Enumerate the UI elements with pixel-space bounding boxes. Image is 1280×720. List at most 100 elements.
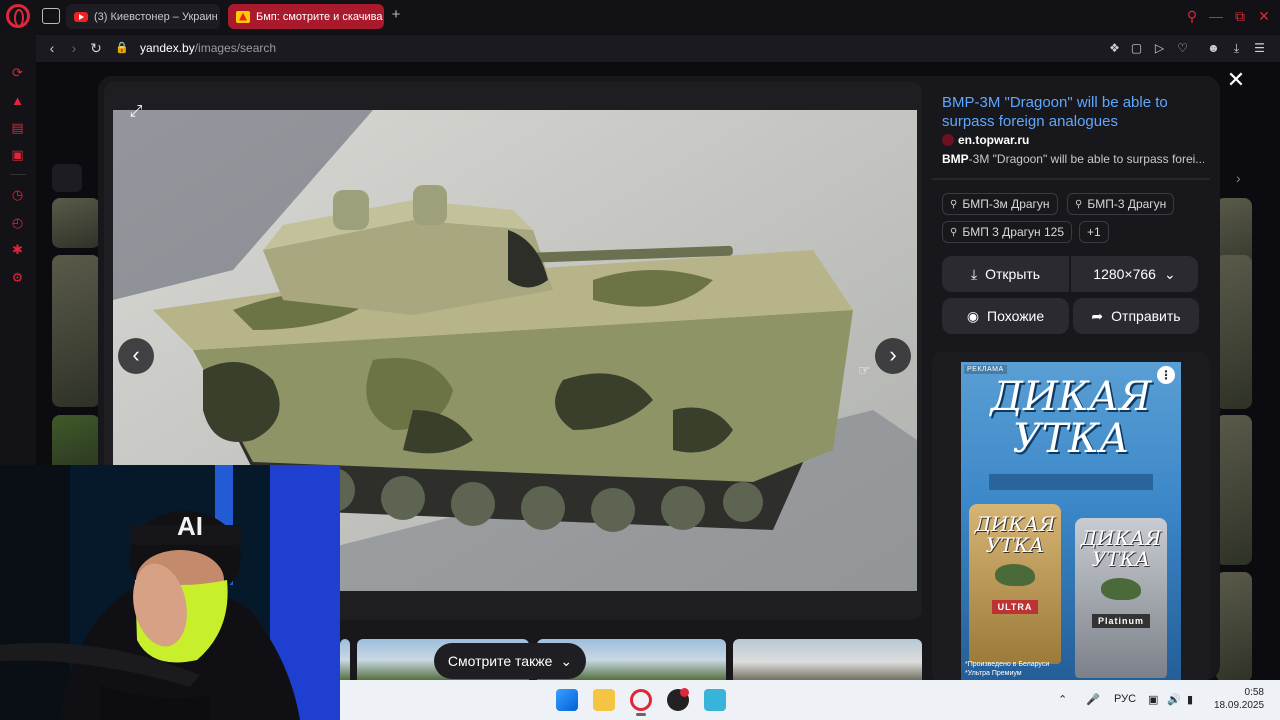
opera-logo-icon[interactable]: [6, 4, 30, 28]
download-icon[interactable]: ⤓: [1229, 41, 1244, 56]
language-indicator[interactable]: РУС: [1114, 693, 1136, 705]
previous-image-button[interactable]: ‹: [118, 338, 154, 374]
bottle-subtitle: ULTRA: [991, 600, 1039, 614]
chevron-right-icon[interactable]: ›: [1236, 170, 1241, 186]
sidebar-divider: [10, 174, 26, 175]
play-icon[interactable]: ▷: [1152, 41, 1167, 56]
tab-label: Бмп: смотрите и скачива: [256, 10, 383, 23]
panel-divider: [932, 178, 1210, 180]
size-label: 1280×766: [1093, 266, 1156, 282]
aria-icon[interactable]: ⟳: [9, 64, 26, 81]
similar-images-button[interactable]: ◉ Похожие: [942, 298, 1069, 334]
result-thumbnail[interactable]: [52, 198, 100, 248]
player-icon[interactable]: ▣: [9, 146, 26, 163]
share-arrow-icon: ➦: [1091, 307, 1104, 324]
windows-start-icon[interactable]: [556, 689, 578, 711]
similar-label: Похожие: [987, 308, 1045, 324]
url-domain: yandex.by: [140, 41, 195, 55]
address-bar: ‹ › ↻ 🔒 yandex.by/images/search ❖ ▢ ▷ ♡ …: [36, 35, 1280, 62]
search-icon[interactable]: ⚲: [1184, 8, 1200, 24]
minimize-icon[interactable]: —: [1208, 8, 1224, 24]
bottle-platinum: ДИКАЯ УТКА Platinum: [1075, 518, 1167, 678]
svg-text:AI: AI: [177, 511, 203, 541]
snippet-bold: BMP: [942, 152, 969, 166]
ad-banner[interactable]: РЕКЛАМА ⋮ ДИКАЯ УТКА ДИКАЯ УТКА ULTRA ДИ…: [961, 362, 1181, 680]
bottle-title-line1: ДИКАЯ: [974, 512, 1056, 536]
url-path: /images/search: [194, 41, 277, 55]
forward-icon[interactable]: ›: [66, 40, 82, 56]
crypto-wallet-icon[interactable]: ▲: [9, 92, 26, 109]
related-thumbnail[interactable]: [340, 639, 350, 681]
related-query-chip[interactable]: ⚲ БМП-3м Драгун: [942, 193, 1058, 215]
heart-icon[interactable]: ♡: [1175, 41, 1190, 56]
extensions-icon[interactable]: ✱: [9, 241, 26, 258]
volume-icon[interactable]: 🔊: [1167, 693, 1181, 706]
notepad-icon[interactable]: [704, 689, 726, 711]
menu-icon[interactable]: ☰: [1252, 41, 1267, 56]
settings-gear-icon[interactable]: ⚙: [9, 269, 26, 286]
next-image-button[interactable]: ›: [875, 338, 911, 374]
bottle-title-line2: УТКА: [1091, 547, 1151, 571]
webcam-overlay: AI: [0, 465, 340, 720]
history-icon[interactable]: ◷: [9, 186, 26, 203]
result-thumbnail[interactable]: [1216, 415, 1252, 565]
ad-title-line1: ДИКАЯ: [990, 374, 1152, 420]
taskbar-clock[interactable]: 0:58 18.09.2025: [1214, 686, 1264, 712]
url-field[interactable]: yandex.by/images/search: [140, 41, 276, 55]
windows-taskbar: [340, 680, 1280, 720]
open-label: Открыть: [985, 266, 1041, 282]
active-app-indicator: [636, 713, 646, 716]
chip-label: БМП-3м Драгун: [962, 197, 1050, 211]
youtube-icon: [74, 11, 88, 22]
related-thumbnail[interactable]: [733, 639, 922, 681]
open-image-button[interactable]: ⤓ Открыть: [942, 256, 1069, 292]
streamer-webcam-image: AI: [0, 465, 340, 720]
microphone-icon[interactable]: 🎤: [1086, 693, 1100, 706]
snapshot-icon[interactable]: ▢: [1129, 41, 1144, 56]
size-select[interactable]: 1280×766 ⌄: [1071, 256, 1198, 292]
back-icon[interactable]: ‹: [44, 40, 60, 56]
see-also-button[interactable]: Смотрите также ⌄: [434, 643, 586, 679]
battery-icon[interactable]: ▮: [1187, 693, 1193, 706]
clock-time: 0:58: [1244, 687, 1264, 698]
fullscreen-expand-icon[interactable]: ⤢: [122, 98, 150, 126]
result-thumbnail[interactable]: [52, 255, 100, 407]
duck-icon: [995, 564, 1035, 586]
flow-icon[interactable]: ▤: [9, 119, 26, 136]
filter-button[interactable]: [52, 164, 82, 192]
related-query-chip[interactable]: ⚲ БМП-3 Драгун: [1067, 193, 1175, 215]
chip-label: БМП-3 Драгун: [1087, 197, 1167, 211]
site-favicon-icon: [942, 134, 954, 146]
result-thumbnail[interactable]: [1216, 255, 1252, 409]
network-icon[interactable]: ▣: [1148, 693, 1158, 706]
chip-label: БМП 3 Драгун 125: [962, 225, 1064, 239]
bottle-ultra: ДИКАЯ УТКА ULTRA: [969, 504, 1061, 664]
close-window-icon[interactable]: ✕: [1256, 8, 1272, 24]
bookmark-pin-icon[interactable]: ❖: [1107, 41, 1122, 56]
source-link[interactable]: en.topwar.ru: [942, 133, 1029, 147]
related-query-chip[interactable]: ⚲ БМП 3 Драгун 125: [942, 221, 1072, 243]
close-viewer-icon[interactable]: ✕: [1226, 68, 1246, 92]
share-label: Отправить: [1111, 308, 1181, 324]
file-explorer-icon[interactable]: [593, 689, 615, 711]
more-queries-chip[interactable]: +1: [1079, 221, 1109, 243]
result-thumbnail[interactable]: [1216, 572, 1252, 682]
restore-icon[interactable]: ⧉: [1232, 8, 1248, 24]
search-icon: ⚲: [950, 226, 958, 238]
profile-icon[interactable]: ☻: [1206, 41, 1221, 56]
image-snippet: BMP-3M "Dragoon" will be able to surpass…: [942, 152, 1204, 166]
image-title-link[interactable]: BMP-3M "Dragoon" will be able to surpass…: [942, 93, 1204, 131]
tab-switcher-icon[interactable]: [42, 8, 60, 24]
search-icon: ⚲: [1075, 198, 1083, 210]
clock-icon[interactable]: ◴: [9, 214, 26, 231]
new-tab-plus-icon[interactable]: +: [388, 7, 404, 23]
tab-yandex-images[interactable]: Бмп: смотрите и скачива: [228, 4, 384, 29]
ad-footnote-line2: *Ультра Премиум: [965, 670, 1022, 677]
reload-icon[interactable]: ↻: [88, 40, 104, 56]
bottle-subtitle: Platinum: [1091, 614, 1150, 628]
tab-kievstoner[interactable]: (3) Киевстонер – Украин: [66, 4, 220, 29]
share-button[interactable]: ➦ Отправить: [1073, 298, 1199, 334]
ad-title-line2: УТКА: [1012, 416, 1130, 462]
opera-taskbar-icon[interactable]: [630, 689, 652, 711]
tray-expand-icon[interactable]: ⌃: [1058, 693, 1067, 706]
